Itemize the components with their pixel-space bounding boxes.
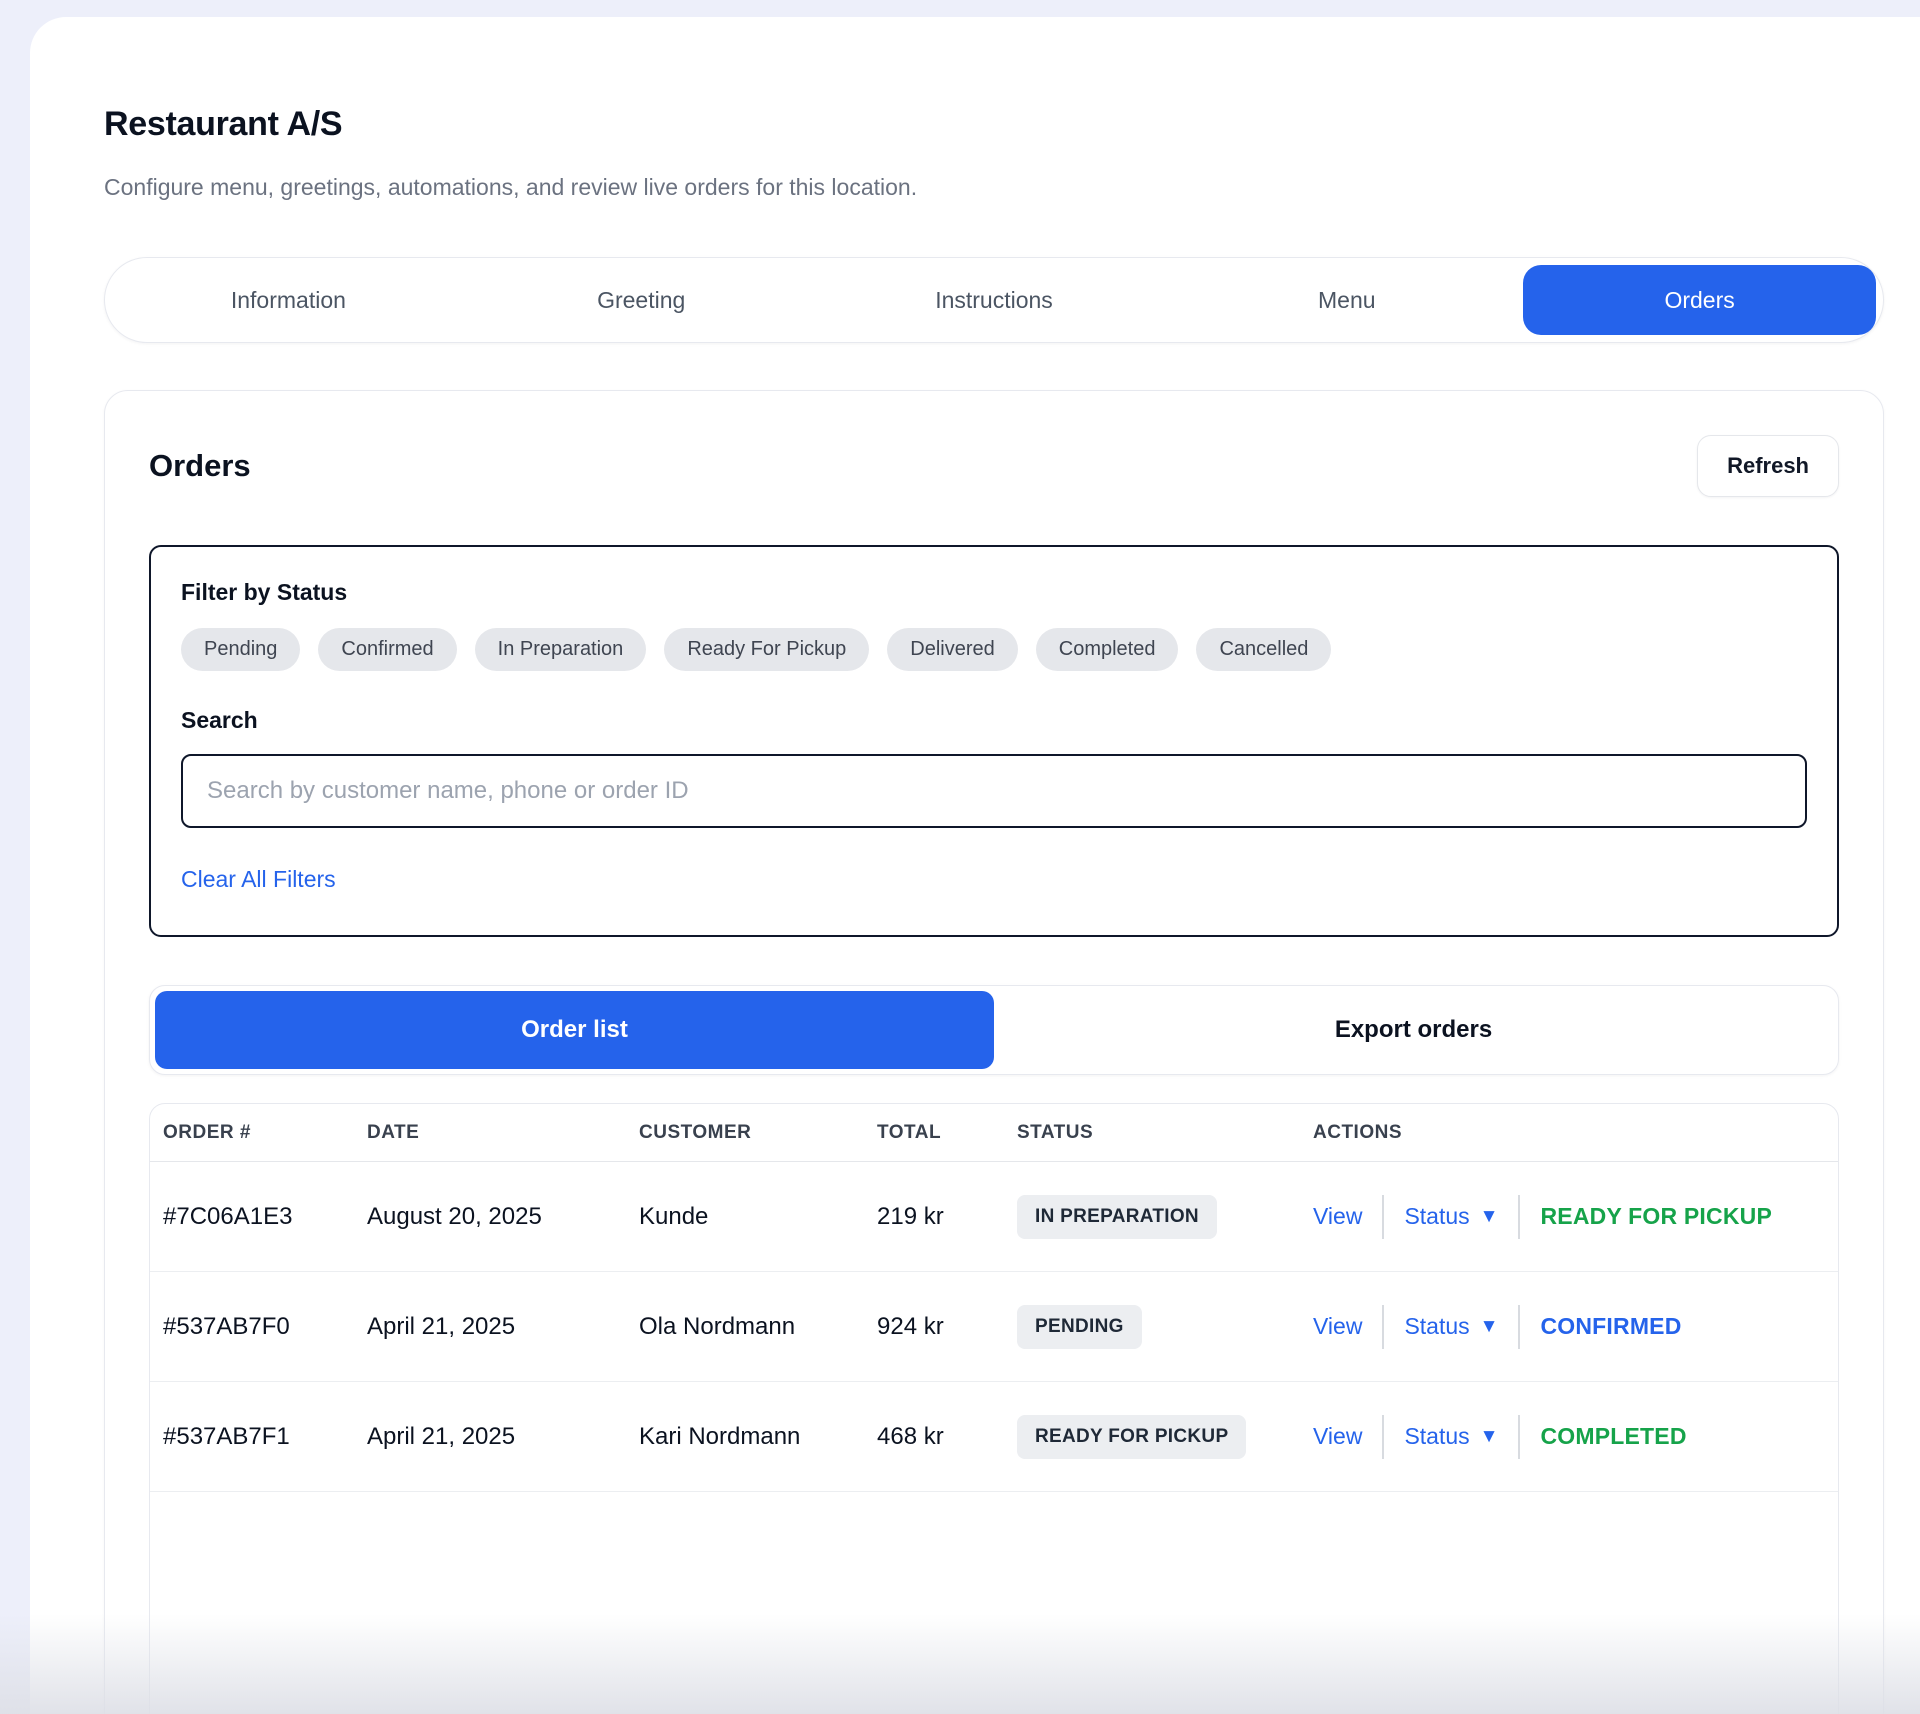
date-cell: August 20, 2025	[367, 1203, 639, 1231]
refresh-button[interactable]: Refresh	[1697, 435, 1839, 497]
tab-orders[interactable]: Orders	[1523, 265, 1876, 335]
status-dropdown-button[interactable]: Status ▼	[1404, 1313, 1498, 1340]
status-filter-chip-cancelled[interactable]: Cancelled	[1196, 628, 1331, 671]
action-divider	[1382, 1305, 1384, 1349]
tab-menu[interactable]: Menu	[1170, 265, 1523, 335]
chevron-down-icon: ▼	[1480, 1207, 1499, 1226]
section-tab-bar: Information Greeting Instructions Menu O…	[104, 257, 1884, 343]
date-cell: April 21, 2025	[367, 1423, 639, 1451]
view-link[interactable]: View	[1313, 1203, 1362, 1230]
action-divider	[1382, 1415, 1384, 1459]
search-input[interactable]	[181, 754, 1807, 828]
quick-action-button[interactable]: READY FOR PICKUP	[1540, 1203, 1772, 1230]
customer-cell: Kunde	[639, 1203, 877, 1231]
action-divider	[1518, 1415, 1520, 1459]
status-filter-chip-confirmed[interactable]: Confirmed	[318, 628, 456, 671]
column-header-date: DATE	[367, 1122, 639, 1144]
actions-cell: View Status ▼ READY FOR PICKUP	[1313, 1195, 1838, 1239]
orders-table: ORDER # DATE CUSTOMER TOTAL STATUS ACTIO…	[149, 1103, 1839, 1714]
location-settings-card: Restaurant A/S Configure menu, greetings…	[30, 17, 1920, 1714]
chevron-down-icon: ▼	[1480, 1427, 1499, 1446]
quick-action-button[interactable]: COMPLETED	[1540, 1423, 1686, 1450]
status-dropdown-label: Status	[1404, 1203, 1469, 1230]
status-badge: IN PREPARATION	[1017, 1195, 1217, 1239]
view-link[interactable]: View	[1313, 1313, 1362, 1340]
action-divider	[1382, 1195, 1384, 1239]
tab-greeting[interactable]: Greeting	[465, 265, 818, 335]
chevron-down-icon: ▼	[1480, 1317, 1499, 1336]
customer-cell: Kari Nordmann	[639, 1423, 877, 1451]
action-divider	[1518, 1305, 1520, 1349]
status-filter-chip-completed[interactable]: Completed	[1036, 628, 1179, 671]
order-id-cell: #537AB7F1	[163, 1423, 367, 1451]
status-dropdown-label: Status	[1404, 1313, 1469, 1340]
table-row: #537AB7F0 April 21, 2025 Ola Nordmann 92…	[150, 1272, 1838, 1382]
status-cell: READY FOR PICKUP	[1017, 1415, 1313, 1459]
status-dropdown-button[interactable]: Status ▼	[1404, 1423, 1498, 1450]
table-row: #537AB7F1 April 21, 2025 Kari Nordmann 4…	[150, 1382, 1838, 1492]
status-cell: PENDING	[1017, 1305, 1313, 1349]
orders-view-toggle: Order list Export orders	[149, 985, 1839, 1075]
view-link[interactable]: View	[1313, 1423, 1362, 1450]
status-badge: PENDING	[1017, 1305, 1142, 1349]
column-header-order-number: ORDER #	[163, 1122, 367, 1144]
tab-instructions[interactable]: Instructions	[818, 265, 1171, 335]
orders-heading: Orders	[149, 448, 251, 484]
export-orders-tab-button[interactable]: Export orders	[994, 991, 1833, 1069]
status-filter-chip-in-preparation[interactable]: In Preparation	[475, 628, 647, 671]
status-dropdown-button[interactable]: Status ▼	[1404, 1203, 1498, 1230]
orders-table-header-row: ORDER # DATE CUSTOMER TOTAL STATUS ACTIO…	[150, 1104, 1838, 1162]
order-id-cell: #7C06A1E3	[163, 1203, 367, 1231]
total-cell: 924 kr	[877, 1313, 1017, 1341]
actions-cell: View Status ▼ CONFIRMED	[1313, 1305, 1838, 1349]
action-divider	[1518, 1195, 1520, 1239]
page-title: Restaurant A/S	[104, 105, 1884, 144]
column-header-actions: ACTIONS	[1313, 1122, 1838, 1144]
page-subtitle: Configure menu, greetings, automations, …	[104, 174, 1884, 201]
status-filter-chip-delivered[interactable]: Delivered	[887, 628, 1017, 671]
date-cell: April 21, 2025	[367, 1313, 639, 1341]
total-cell: 468 kr	[877, 1423, 1017, 1451]
total-cell: 219 kr	[877, 1203, 1017, 1231]
quick-action-button[interactable]: CONFIRMED	[1540, 1313, 1681, 1340]
filter-by-status-label: Filter by Status	[181, 579, 1807, 606]
status-cell: IN PREPARATION	[1017, 1195, 1313, 1239]
status-filter-chip-ready-for-pickup[interactable]: Ready For Pickup	[664, 628, 869, 671]
search-label: Search	[181, 707, 1807, 734]
orders-panel-header: Orders Refresh	[149, 435, 1839, 497]
orders-panel: Orders Refresh Filter by Status Pending …	[104, 390, 1884, 1714]
customer-cell: Ola Nordmann	[639, 1313, 877, 1341]
status-filter-chip-row: Pending Confirmed In Preparation Ready F…	[181, 628, 1807, 671]
status-dropdown-label: Status	[1404, 1423, 1469, 1450]
column-header-customer: CUSTOMER	[639, 1122, 877, 1144]
table-row: #7C06A1E3 August 20, 2025 Kunde 219 kr I…	[150, 1162, 1838, 1272]
column-header-status: STATUS	[1017, 1122, 1313, 1144]
order-id-cell: #537AB7F0	[163, 1313, 367, 1341]
filter-panel: Filter by Status Pending Confirmed In Pr…	[149, 545, 1839, 937]
status-filter-chip-pending[interactable]: Pending	[181, 628, 300, 671]
clear-all-filters-link[interactable]: Clear All Filters	[181, 866, 336, 893]
status-badge: READY FOR PICKUP	[1017, 1415, 1246, 1459]
column-header-total: TOTAL	[877, 1122, 1017, 1144]
tab-information[interactable]: Information	[112, 265, 465, 335]
order-list-tab-button[interactable]: Order list	[155, 991, 994, 1069]
actions-cell: View Status ▼ COMPLETED	[1313, 1415, 1838, 1459]
